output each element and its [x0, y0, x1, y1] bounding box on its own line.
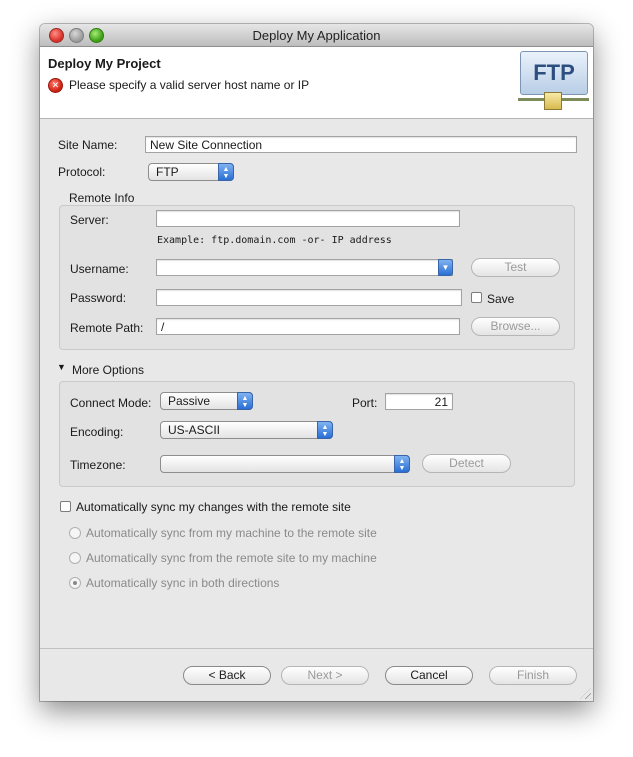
protocol-select[interactable]: FTP ▲ ▼	[148, 163, 234, 181]
server-label: Server:	[70, 213, 109, 227]
password-label: Password:	[70, 291, 127, 305]
server-hint: Example: ftp.domain.com -or- IP address	[157, 235, 392, 246]
footer-divider	[40, 648, 593, 649]
remote-path-field[interactable]: /	[156, 318, 460, 335]
popup-arrows-icon: ▲ ▼	[394, 455, 410, 473]
error-icon: ✕	[48, 78, 63, 93]
connect-mode-value: Passive	[168, 394, 211, 408]
protocol-label: Protocol:	[58, 165, 106, 179]
resize-grip-icon[interactable]	[580, 688, 591, 699]
title-bar[interactable]: Deploy My Application	[40, 24, 593, 47]
wizard-header: Deploy My Project ✕ Please specify a val…	[40, 47, 593, 119]
site-name-field[interactable]: New Site Connection	[145, 136, 577, 153]
auto-sync-label: Automatically sync my changes with the r…	[76, 500, 351, 514]
detect-button[interactable]: Detect	[422, 454, 511, 473]
sync-radio-both-directions[interactable]	[69, 577, 81, 589]
encoding-label: Encoding:	[70, 425, 124, 439]
auto-sync-checkbox[interactable]	[60, 501, 71, 512]
server-field[interactable]	[156, 210, 460, 227]
finish-button[interactable]: Finish	[489, 666, 577, 685]
port-field[interactable]: 21	[385, 393, 453, 410]
save-password-checkbox[interactable]	[471, 292, 482, 303]
page-title: Deploy My Project	[48, 56, 161, 71]
window-title: Deploy My Application	[252, 28, 381, 43]
username-combo[interactable]: ▼	[156, 259, 453, 276]
sync-option-label: Automatically sync from my machine to th…	[86, 526, 377, 540]
site-name-label: Site Name:	[58, 138, 118, 152]
connect-mode-select[interactable]: Passive ▲ ▼	[160, 392, 253, 410]
save-password-label: Save	[487, 292, 515, 306]
ftp-icon: FTP	[518, 50, 589, 114]
timezone-label: Timezone:	[70, 458, 126, 472]
test-button[interactable]: Test	[471, 258, 560, 277]
connect-mode-label: Connect Mode:	[70, 396, 152, 410]
encoding-value: US-ASCII	[168, 423, 221, 437]
popup-arrows-icon: ▲ ▼	[237, 392, 253, 410]
timezone-select[interactable]: ▲ ▼	[160, 455, 410, 473]
remote-path-label: Remote Path:	[70, 321, 144, 335]
password-field[interactable]	[156, 289, 462, 306]
disclosure-triangle-icon[interactable]: ▼	[57, 362, 66, 372]
sync-radio-remote-to-machine[interactable]	[69, 552, 81, 564]
browse-button[interactable]: Browse...	[471, 317, 560, 336]
deploy-window: Deploy My Application Deploy My Project …	[40, 24, 593, 701]
chevron-down-icon[interactable]: ▼	[438, 259, 453, 276]
back-button[interactable]: < Back	[183, 666, 271, 685]
ftp-network-node	[544, 92, 562, 110]
sync-option-label: Automatically sync in both directions	[86, 576, 280, 590]
port-label: Port:	[352, 396, 378, 410]
popup-arrows-icon: ▲ ▼	[218, 163, 234, 181]
sync-radio-machine-to-remote[interactable]	[69, 527, 81, 539]
encoding-select[interactable]: US-ASCII ▲ ▼	[160, 421, 333, 439]
more-options-toggle[interactable]: More Options	[72, 363, 144, 377]
cancel-button[interactable]: Cancel	[385, 666, 473, 685]
sync-option-label: Automatically sync from the remote site …	[86, 551, 377, 565]
remote-info-label: Remote Info	[69, 191, 135, 205]
protocol-select-value: FTP	[156, 165, 179, 179]
next-button[interactable]: Next >	[281, 666, 369, 685]
error-message: Please specify a valid server host name …	[69, 78, 310, 92]
username-label: Username:	[70, 262, 129, 276]
ftp-badge-label: FTP	[520, 51, 588, 95]
popup-arrows-icon: ▲ ▼	[317, 421, 333, 439]
